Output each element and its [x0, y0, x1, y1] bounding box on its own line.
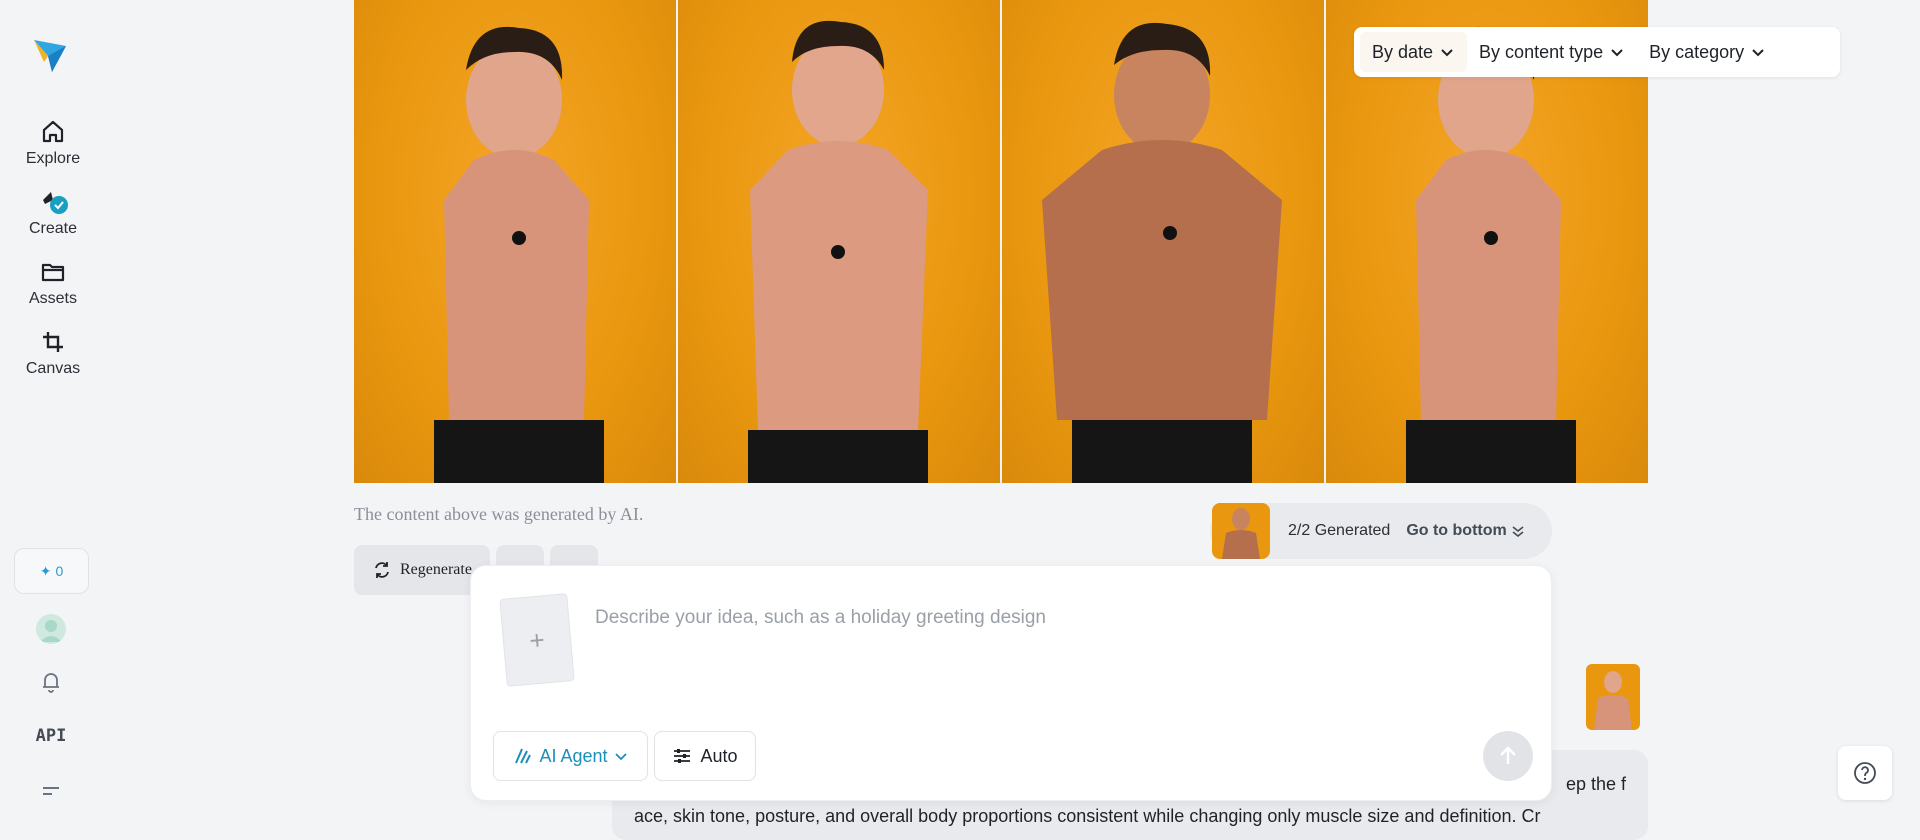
- double-chevron-down-icon: [1512, 526, 1524, 538]
- filter-label: By date: [1372, 41, 1434, 62]
- refresh-icon: [375, 562, 389, 578]
- crop-icon: [43, 332, 63, 352]
- chevron-down-icon: [1441, 49, 1453, 57]
- plus-icon: +: [528, 623, 546, 656]
- chevron-down-icon: [1611, 49, 1623, 57]
- filter-by-category[interactable]: By category: [1637, 32, 1778, 72]
- sidebar-item-assets[interactable]: Assets: [0, 258, 106, 308]
- prompt-input[interactable]: [595, 588, 1495, 648]
- sidebar-item-label: Assets: [28, 290, 77, 307]
- generation-status: 2/2 Generated Go to bottom: [1210, 503, 1552, 559]
- create-sparkle-icon: [43, 192, 68, 214]
- generated-image-3[interactable]: [1002, 0, 1324, 483]
- credits-count: 0: [55, 563, 64, 579]
- generation-thumbnail[interactable]: [1212, 503, 1270, 559]
- prompt-text-line2: ace, skin tone, posture, and overall bod…: [634, 806, 1541, 826]
- filter-by-content-type[interactable]: By content type: [1467, 32, 1637, 72]
- home-icon: [42, 120, 64, 143]
- sidebar-item-label: Create: [28, 220, 78, 237]
- sidebar-item-create[interactable]: Create: [0, 188, 106, 238]
- settings-auto-button[interactable]: Auto: [654, 731, 756, 781]
- upload-image-button[interactable]: +: [499, 593, 575, 687]
- prompt-text-line1: ep the f: [1565, 774, 1626, 794]
- agent-icon: [515, 748, 532, 764]
- prompt-composer: + AI Agent Auto: [470, 565, 1552, 801]
- chevron-down-icon: [614, 753, 627, 761]
- sidebar-item-label: Canvas: [25, 360, 81, 377]
- mode-label: Auto: [700, 745, 738, 766]
- help-icon: [1854, 762, 1876, 784]
- help-button[interactable]: [1838, 746, 1892, 800]
- sparkle-icon: ✦: [39, 562, 52, 579]
- ai-agent-dropdown[interactable]: AI Agent: [493, 731, 648, 781]
- go-to-bottom-button[interactable]: Go to bottom: [1406, 522, 1524, 540]
- generation-count: 2/2 Generated: [1288, 522, 1391, 539]
- credits-badge[interactable]: ✦ 0: [14, 548, 89, 594]
- api-link[interactable]: API: [0, 726, 102, 746]
- agent-label: AI Agent: [539, 745, 608, 766]
- filter-label: By content type: [1479, 41, 1604, 62]
- uploaded-reference-image[interactable]: [1586, 664, 1640, 730]
- filter-bar: By date By content type By category: [1354, 27, 1840, 77]
- menu-icon[interactable]: [38, 778, 64, 804]
- chevron-down-icon: [1752, 49, 1764, 57]
- sliders-icon: [674, 749, 691, 763]
- ai-disclaimer: The content above was generated by AI.: [354, 504, 644, 524]
- filter-label: By category: [1649, 41, 1745, 62]
- generated-image-2[interactable]: [678, 0, 1000, 483]
- bell-icon[interactable]: [38, 669, 64, 695]
- filter-by-date[interactable]: By date: [1360, 32, 1468, 72]
- sidebar-item-label: Explore: [25, 150, 81, 167]
- sidebar-item-canvas[interactable]: Canvas: [0, 328, 106, 378]
- sidebar-item-explore[interactable]: Explore: [0, 118, 106, 168]
- send-button[interactable]: [1483, 731, 1533, 781]
- avatar[interactable]: [36, 614, 66, 644]
- sidebar: Explore Create Assets Canvas ✦ 0 API: [0, 0, 106, 827]
- generated-image-1[interactable]: [354, 0, 676, 483]
- folder-icon: [41, 263, 65, 282]
- regenerate-label: Regenerate: [400, 561, 472, 578]
- app-logo[interactable]: [32, 34, 68, 74]
- arrow-up-icon: [1500, 746, 1516, 764]
